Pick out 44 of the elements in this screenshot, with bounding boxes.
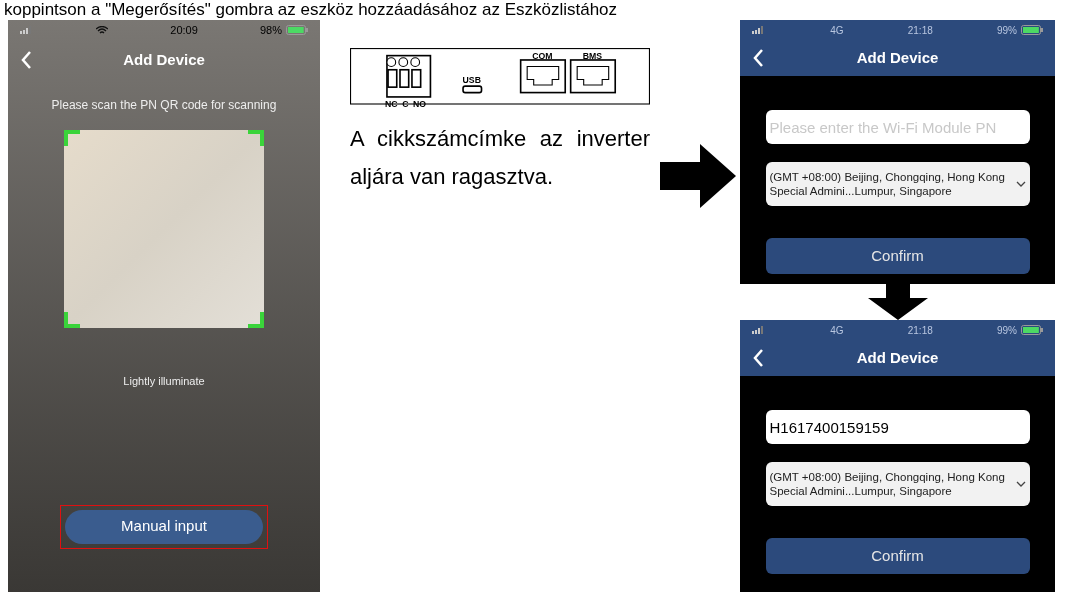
timezone-dropdown[interactable]: (GMT +08:00) Beijing, Chongqing, Hong Kong Special Admini...Lumpur, Singapore (765, 162, 1030, 206)
pn-input-field[interactable]: H1617400159159 (765, 410, 1030, 444)
manual-input-button[interactable]: Manual input (65, 509, 263, 544)
signal-icon (752, 326, 766, 334)
port-label: BMS (582, 50, 603, 61)
terminal-label: NC (385, 98, 398, 109)
battery-icon (1021, 25, 1043, 35)
wifi-icon (96, 25, 109, 35)
back-icon[interactable] (20, 50, 32, 70)
network-label: 4G (830, 323, 844, 338)
status-time: 21:18 (907, 23, 933, 38)
scan-instruction: Please scan the PN QR code for scanning (51, 97, 277, 114)
scan-hint: Lightly illuminate (123, 374, 205, 389)
timezone-dropdown[interactable]: (GMT +08:00) Beijing, Chongqing, Hong Kong Special Admini...Lumpur, Singapore (765, 462, 1030, 506)
battery-percent: 99% (997, 323, 1017, 338)
note-paragraph: A cikkszámcímke az inverter aljára van ragasztva. (350, 125, 650, 191)
status-time: 21:18 (907, 323, 933, 338)
corner-mark (64, 312, 80, 328)
screen-title: Add Device (855, 47, 940, 68)
caption-text: koppintson a "Megerősítés" gombra az eszköz hozzáadásához az Eszközlistához (3, 0, 619, 20)
battery-percent: 99% (997, 23, 1017, 38)
signal-icon (752, 26, 766, 34)
battery-percent: 98% (259, 22, 282, 38)
screen-title: Add Device (122, 49, 206, 70)
right-arrow-icon (660, 144, 736, 208)
terminal-label: C (402, 98, 409, 109)
corner-mark (64, 130, 80, 146)
back-icon[interactable] (752, 348, 764, 368)
chevron-down-icon (1015, 181, 1026, 187)
terminal-label: NO (413, 98, 427, 109)
confirm-button[interactable]: Confirm (765, 238, 1030, 274)
corner-mark (248, 312, 264, 328)
network-label: 4G (830, 23, 844, 38)
screen-title: Add Device (855, 347, 940, 368)
usb-label: USB (462, 74, 481, 85)
corner-mark (248, 130, 264, 146)
chevron-down-icon (1015, 481, 1026, 487)
back-icon[interactable] (752, 48, 764, 68)
signal-icon (20, 26, 34, 34)
battery-icon (286, 25, 308, 35)
status-time: 20:09 (170, 22, 198, 38)
confirm-button[interactable]: Confirm (765, 538, 1030, 574)
battery-icon (1021, 325, 1043, 335)
port-label: COM (532, 50, 553, 61)
